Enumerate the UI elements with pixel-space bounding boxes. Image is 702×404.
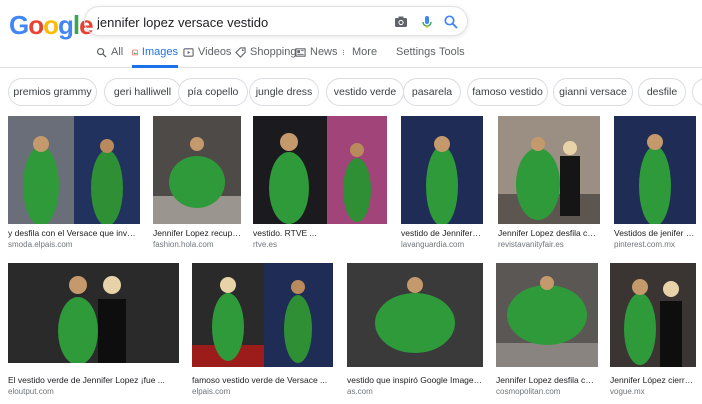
result-source[interactable]: elpais.com [192,387,333,396]
image-result[interactable]: Jennifer López cierra d... vogue.mx [610,263,696,396]
tab-label: Settings [396,46,436,58]
image-result[interactable]: Vestidos de jenifer lop... pinterest.com… [614,116,696,250]
chip[interactable]: geri halliwell [104,78,181,106]
tab-videos[interactable]: Videos [183,46,231,68]
result-source[interactable]: eloutput.com [8,387,179,396]
logo-letter: g [58,10,74,40]
tab-tools[interactable]: Tools [439,46,465,68]
top-bar: Google All Images Videos Shopping [0,0,702,68]
chip-partial[interactable] [692,78,702,106]
result-source[interactable]: lavanguardia.com [401,240,483,249]
image-result[interactable]: Jennifer Lopez desfila con ... revistava… [498,116,600,250]
chip[interactable]: desfile [638,78,686,106]
result-caption[interactable]: Jennifer Lopez desfila con ... [498,228,600,238]
news-icon [295,48,306,57]
tab-images[interactable]: Images [132,46,178,68]
result-caption[interactable]: vestido que inspiró Google Images ... [347,375,483,385]
search-box[interactable] [84,6,468,36]
result-thumbnail[interactable] [610,263,696,367]
logo-letter: G [9,10,29,40]
image-result[interactable]: vestido de Jennifer Lo... lavanguardia.c… [401,116,483,250]
tab-news[interactable]: News [295,46,338,68]
search-input[interactable] [97,13,377,31]
tab-settings[interactable]: Settings [396,46,436,68]
result-caption[interactable]: Jennifer López cierra d... [610,375,696,385]
tab-label: Tools [439,46,465,58]
result-thumbnail[interactable] [192,263,333,367]
image-result[interactable]: Jennifer Lopez recuper... fashion.hola.c… [153,116,241,250]
result-source[interactable]: cosmopolitan.com [496,387,598,396]
chip[interactable]: pasarela [403,78,461,106]
result-source[interactable]: fashion.hola.com [153,240,241,249]
result-caption[interactable]: vestido de Jennifer Lo... [401,228,483,238]
tab-shopping[interactable]: Shopping [235,46,297,68]
image-result[interactable]: famoso vestido verde de Versace ... elpa… [192,263,333,396]
result-caption[interactable]: Vestidos de jenifer lop... [614,228,696,238]
result-thumbnail[interactable] [8,116,140,224]
chip[interactable]: premios grammy [8,78,97,106]
result-source[interactable]: smoda.elpais.com [8,240,140,249]
search-icon[interactable] [443,14,459,30]
result-thumbnail[interactable] [347,263,483,367]
chip[interactable]: famoso vestido [467,78,548,106]
tab-label: Images [141,46,178,58]
tab-label: More [352,46,378,58]
result-source[interactable]: as.com [347,387,483,396]
tag-icon [235,47,246,58]
logo-letter: o [43,10,59,40]
image-result[interactable]: y desfila con el Versace que inventó ...… [8,116,140,250]
google-logo[interactable]: Google [9,10,94,41]
result-caption[interactable]: Jennifer Lopez recuper... [153,228,241,238]
image-result[interactable]: Jennifer Lopez desfila con el vestido ve… [496,263,598,396]
result-caption[interactable]: vestido. RTVE ... [253,228,387,238]
result-source[interactable]: vogue.mx [610,387,696,396]
result-source[interactable]: pinterest.com.mx [614,240,696,249]
result-caption[interactable]: Jennifer Lopez desfila con el vestido ve… [496,375,598,385]
result-thumbnail[interactable] [8,263,179,363]
tab-more[interactable]: More [342,46,377,68]
chip[interactable]: gianni versace [553,78,633,106]
search-icon [96,47,107,58]
microphone-icon[interactable] [419,14,435,30]
image-result[interactable]: vestido que inspiró Google Images ... as… [347,263,483,396]
related-search-chips: premios grammy geri halliwell pía copell… [8,78,702,106]
tab-label: All [111,46,124,58]
image-result[interactable]: vestido. RTVE ... rtve.es [253,116,387,250]
logo-letter: o [28,10,44,40]
result-thumbnail[interactable] [401,116,483,224]
chip[interactable]: vestido verde [326,78,404,106]
result-caption[interactable]: El vestido verde de Jennifer Lopez ¡fue … [8,375,179,385]
tab-label: Shopping [250,46,297,58]
tab-label: Videos [198,46,232,58]
images-icon [132,49,138,56]
video-icon [183,48,194,57]
result-thumbnail[interactable] [614,116,696,224]
result-caption[interactable]: y desfila con el Versace que inventó ... [8,228,140,238]
camera-icon[interactable] [393,14,409,30]
result-caption[interactable]: famoso vestido verde de Versace ... [192,375,333,385]
tab-label: News [310,46,338,58]
result-thumbnail[interactable] [498,116,600,224]
tab-all[interactable]: All [96,46,123,68]
result-source[interactable]: revistavanityfair.es [498,240,600,249]
chip[interactable]: jungle dress [249,78,319,106]
result-thumbnail[interactable] [496,263,598,367]
result-source[interactable]: rtve.es [253,240,387,249]
result-thumbnail[interactable] [153,116,241,224]
more-dots-icon [342,49,345,56]
image-result[interactable]: El vestido verde de Jennifer Lopez ¡fue … [8,263,179,396]
chip[interactable]: pía copello [178,78,248,106]
result-thumbnail[interactable] [253,116,387,224]
